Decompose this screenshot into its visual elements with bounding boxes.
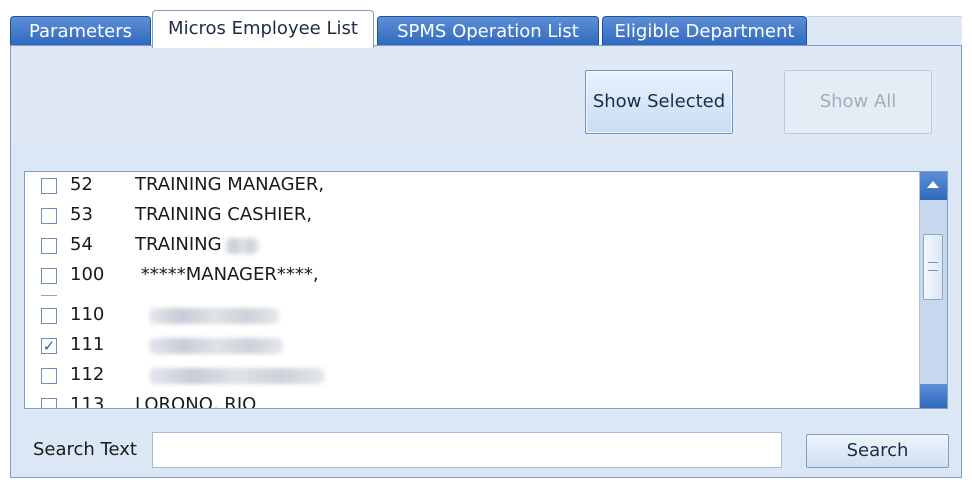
search-text-label: Search Text [33, 439, 137, 460]
list-item[interactable]: 112 [25, 362, 915, 392]
scroll-down-arrow-icon[interactable] [920, 384, 947, 408]
redacted-name [149, 368, 325, 384]
list-item[interactable]: 53 TRAINING CASHIER, [25, 202, 915, 232]
tab-eligible-department[interactable]: Eligible Department [602, 16, 807, 46]
show-all-button[interactable]: Show All [784, 70, 932, 134]
redacted-name [149, 308, 279, 324]
employee-checkbox[interactable] [41, 398, 57, 408]
list-item[interactable]: 110 [25, 302, 915, 332]
employee-name: LORONO, RIO [135, 394, 257, 408]
employee-number: 110 [70, 304, 105, 325]
tab-panel: Show Selected Show All 52 TRAINING MANAG… [10, 45, 962, 478]
employee-checkbox[interactable] [41, 238, 57, 254]
toolbar: Show Selected Show All [12, 47, 960, 143]
employee-number: 113 [70, 394, 105, 408]
list-scrollbar[interactable] [919, 172, 947, 408]
employee-name: *****MANAGER****, [135, 264, 319, 285]
employee-checkbox[interactable] [41, 308, 57, 324]
show-selected-button[interactable]: Show Selected [585, 70, 733, 134]
redacted-name [225, 238, 259, 254]
tab-parameters[interactable]: Parameters [10, 16, 151, 46]
employee-list[interactable]: 52 TRAINING MANAGER, 53 TRAINING CASHIER… [24, 171, 948, 409]
employee-list-items: 52 TRAINING MANAGER, 53 TRAINING CASHIER… [25, 172, 919, 408]
list-item[interactable]: 54 TRAINING [25, 232, 915, 262]
redacted-name [149, 338, 283, 354]
search-button[interactable]: Search [806, 434, 949, 468]
list-item[interactable]: 113 LORONO, RIO [25, 392, 915, 408]
tab-strip-filler [807, 16, 962, 46]
list-item[interactable]: 100 *****MANAGER****, [25, 262, 915, 292]
tab-micros-employee-list[interactable]: Micros Employee List [152, 10, 374, 48]
employee-name: TRAINING [135, 234, 222, 255]
employee-number: 112 [70, 364, 105, 385]
list-item[interactable]: 52 TRAINING MANAGER, [25, 172, 915, 202]
list-separator [41, 295, 57, 296]
employee-checkbox[interactable] [41, 268, 57, 284]
employee-number: 52 [70, 174, 93, 195]
list-item[interactable]: ✓ 111 [25, 332, 915, 362]
employee-checkbox[interactable] [41, 208, 57, 224]
employee-number: 53 [70, 204, 93, 225]
tab-spms-operation-list[interactable]: SPMS Operation List [377, 16, 599, 46]
employee-name: TRAINING CASHIER, [135, 204, 313, 225]
employee-number: 111 [70, 334, 105, 355]
employee-checkbox[interactable] [41, 178, 57, 194]
employee-name: TRAINING MANAGER, [135, 174, 325, 195]
search-input[interactable] [152, 432, 782, 468]
scroll-up-arrow-icon[interactable] [920, 172, 947, 200]
employee-number: 100 [70, 264, 105, 285]
employee-checkbox[interactable] [41, 368, 57, 384]
scroll-thumb[interactable] [923, 234, 943, 300]
employee-checkbox[interactable]: ✓ [41, 338, 57, 354]
employee-number: 54 [70, 234, 93, 255]
employee-list-window: Parameters Micros Employee List SPMS Ope… [0, 0, 972, 488]
tab-strip: Parameters Micros Employee List SPMS Ope… [10, 10, 962, 48]
